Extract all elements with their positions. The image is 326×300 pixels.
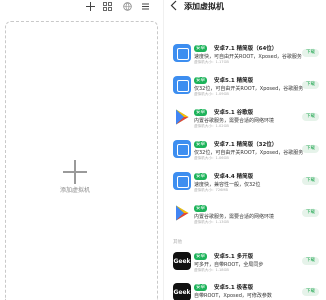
header: 添加虚拟机 bbox=[164, 0, 326, 14]
item-desc: 速度快，兼容性一般，仅32位 bbox=[194, 182, 261, 188]
vm-list-pane: 添加虚拟机 bbox=[0, 0, 163, 300]
download-button[interactable]: 下载 bbox=[302, 288, 319, 296]
download-button[interactable]: 下载 bbox=[302, 145, 319, 153]
list-item[interactable]: 安卓 安卓5.1 谷歌版 内置谷歌服务，需要合适的网络环境 虚拟机大小：1.02… bbox=[164, 108, 326, 135]
play-icon bbox=[173, 204, 191, 222]
app-icon bbox=[173, 76, 191, 94]
page-title: 添加虚拟机 bbox=[184, 2, 224, 11]
back-arrow-icon[interactable] bbox=[170, 0, 180, 12]
list-item[interactable]: Geek 安卓 安卓5.1 极客版 自带ROOT，Xposed，可修改参数 下载 bbox=[164, 283, 326, 300]
item-name: 安卓5.1 精简版 bbox=[214, 78, 254, 84]
item-desc: 可多开，自带ROOT，全局同步 bbox=[194, 262, 264, 268]
item-meta: 虚拟机大小：1.06GB bbox=[194, 156, 229, 160]
item-meta: 虚拟机大小：1.09GB bbox=[194, 92, 229, 96]
download-button[interactable]: 下载 bbox=[302, 257, 319, 265]
item-desc: 内置谷歌服务，需要合适的网络环境 bbox=[194, 214, 275, 220]
more-icon[interactable] bbox=[140, 0, 150, 12]
download-button[interactable]: 下载 bbox=[302, 113, 319, 121]
app-icon bbox=[173, 172, 191, 190]
grid-icon[interactable] bbox=[102, 0, 112, 12]
item-meta: 虚拟机大小：726MB bbox=[194, 188, 228, 192]
item-desc: 速度快，可自由开关ROOT，Xposed，谷歌服务 bbox=[194, 54, 302, 60]
android-badge: 安卓 bbox=[194, 205, 207, 212]
app-icon bbox=[173, 140, 191, 158]
item-name: 安卓5.1 极客版 bbox=[214, 285, 254, 291]
play-icon bbox=[173, 108, 191, 126]
list-item[interactable]: 安卓 安卓5.1 精简版 仅32位，可自由开关ROOT，Xposed，谷歌服务 … bbox=[164, 76, 326, 103]
list-item[interactable]: 安卓 安卓7.1 精简版（64位） 速度快，可自由开关ROOT，Xposed，谷… bbox=[164, 44, 326, 71]
item-desc: 仅32位，可自由开关ROOT，Xposed，谷歌服务 bbox=[194, 150, 304, 156]
item-name: 安卓7.1 精简版（64位） bbox=[214, 46, 278, 52]
add-vm-pane: 添加虚拟机 安卓 安卓7.1 精简版（64位） 速度快，可自由开关ROOT，Xp… bbox=[164, 0, 326, 300]
add-vm-label: 添加虚拟机 bbox=[59, 187, 90, 194]
item-name: 安卓7.1 精简版（32位） bbox=[214, 142, 278, 148]
app-icon bbox=[173, 44, 191, 62]
item-desc: 仅32位，可自由开关ROOT，Xposed，谷歌服务 bbox=[194, 86, 304, 92]
item-desc: 自带ROOT，Xposed，可修改参数 bbox=[194, 293, 272, 299]
item-meta: 虚拟机大小：1.17GB bbox=[194, 60, 229, 64]
list-item[interactable]: 安卓 安卓7.1 精简版（32位） 仅32位，可自由开关ROOT，Xposed，… bbox=[164, 140, 326, 167]
list-item[interactable]: Geek 安卓 安卓5.1 多开版 可多开，自带ROOT，全局同步 虚拟机大小：… bbox=[164, 252, 326, 279]
list-item[interactable]: 安卓 内置谷歌服务，需要合适的网络环境 虚拟机大小：1.13GB 下载 bbox=[164, 204, 326, 231]
item-name: 安卓5.1 谷歌版 bbox=[214, 110, 254, 116]
android-badge: 安卓 bbox=[194, 109, 207, 116]
list-item[interactable]: 安卓 安卓4.4 精简版 速度快，兼容性一般，仅32位 虚拟机大小：726MB … bbox=[164, 172, 326, 199]
globe-icon[interactable] bbox=[122, 0, 132, 12]
item-name: 安卓5.1 多开版 bbox=[214, 254, 254, 260]
item-meta: 虚拟机大小：1.02GB bbox=[194, 124, 229, 128]
plus-icon[interactable] bbox=[85, 0, 95, 12]
android-badge: 安卓 bbox=[194, 284, 207, 291]
geek-icon: Geek bbox=[173, 252, 191, 270]
add-vm-plus-icon[interactable] bbox=[61, 158, 89, 186]
item-desc: 内置谷歌服务，需要合适的网络环境 bbox=[194, 118, 275, 124]
download-button[interactable]: 下载 bbox=[302, 49, 319, 57]
download-button[interactable]: 下载 bbox=[302, 209, 319, 217]
item-meta: 虚拟机大小：1.13GB bbox=[194, 220, 229, 224]
android-badge: 安卓 bbox=[194, 141, 207, 148]
item-meta: 虚拟机大小：1.18GB bbox=[194, 268, 229, 272]
item-name: 安卓4.4 精简版 bbox=[214, 174, 254, 180]
screen: 添加虚拟机 添加虚拟机 安卓 安卓7.1 精简版（64位） 速度快，可自由开关R… bbox=[0, 0, 326, 300]
left-toolbar bbox=[0, 0, 163, 14]
android-badge: 安卓 bbox=[194, 253, 207, 260]
android-badge: 安卓 bbox=[194, 173, 207, 180]
android-badge: 安卓 bbox=[194, 77, 207, 84]
download-button[interactable]: 下载 bbox=[302, 177, 319, 185]
section-label: 其他 bbox=[173, 240, 182, 245]
download-button[interactable]: 下载 bbox=[302, 81, 319, 89]
geek-icon: Geek bbox=[173, 283, 191, 300]
android-badge: 安卓 bbox=[194, 45, 207, 52]
